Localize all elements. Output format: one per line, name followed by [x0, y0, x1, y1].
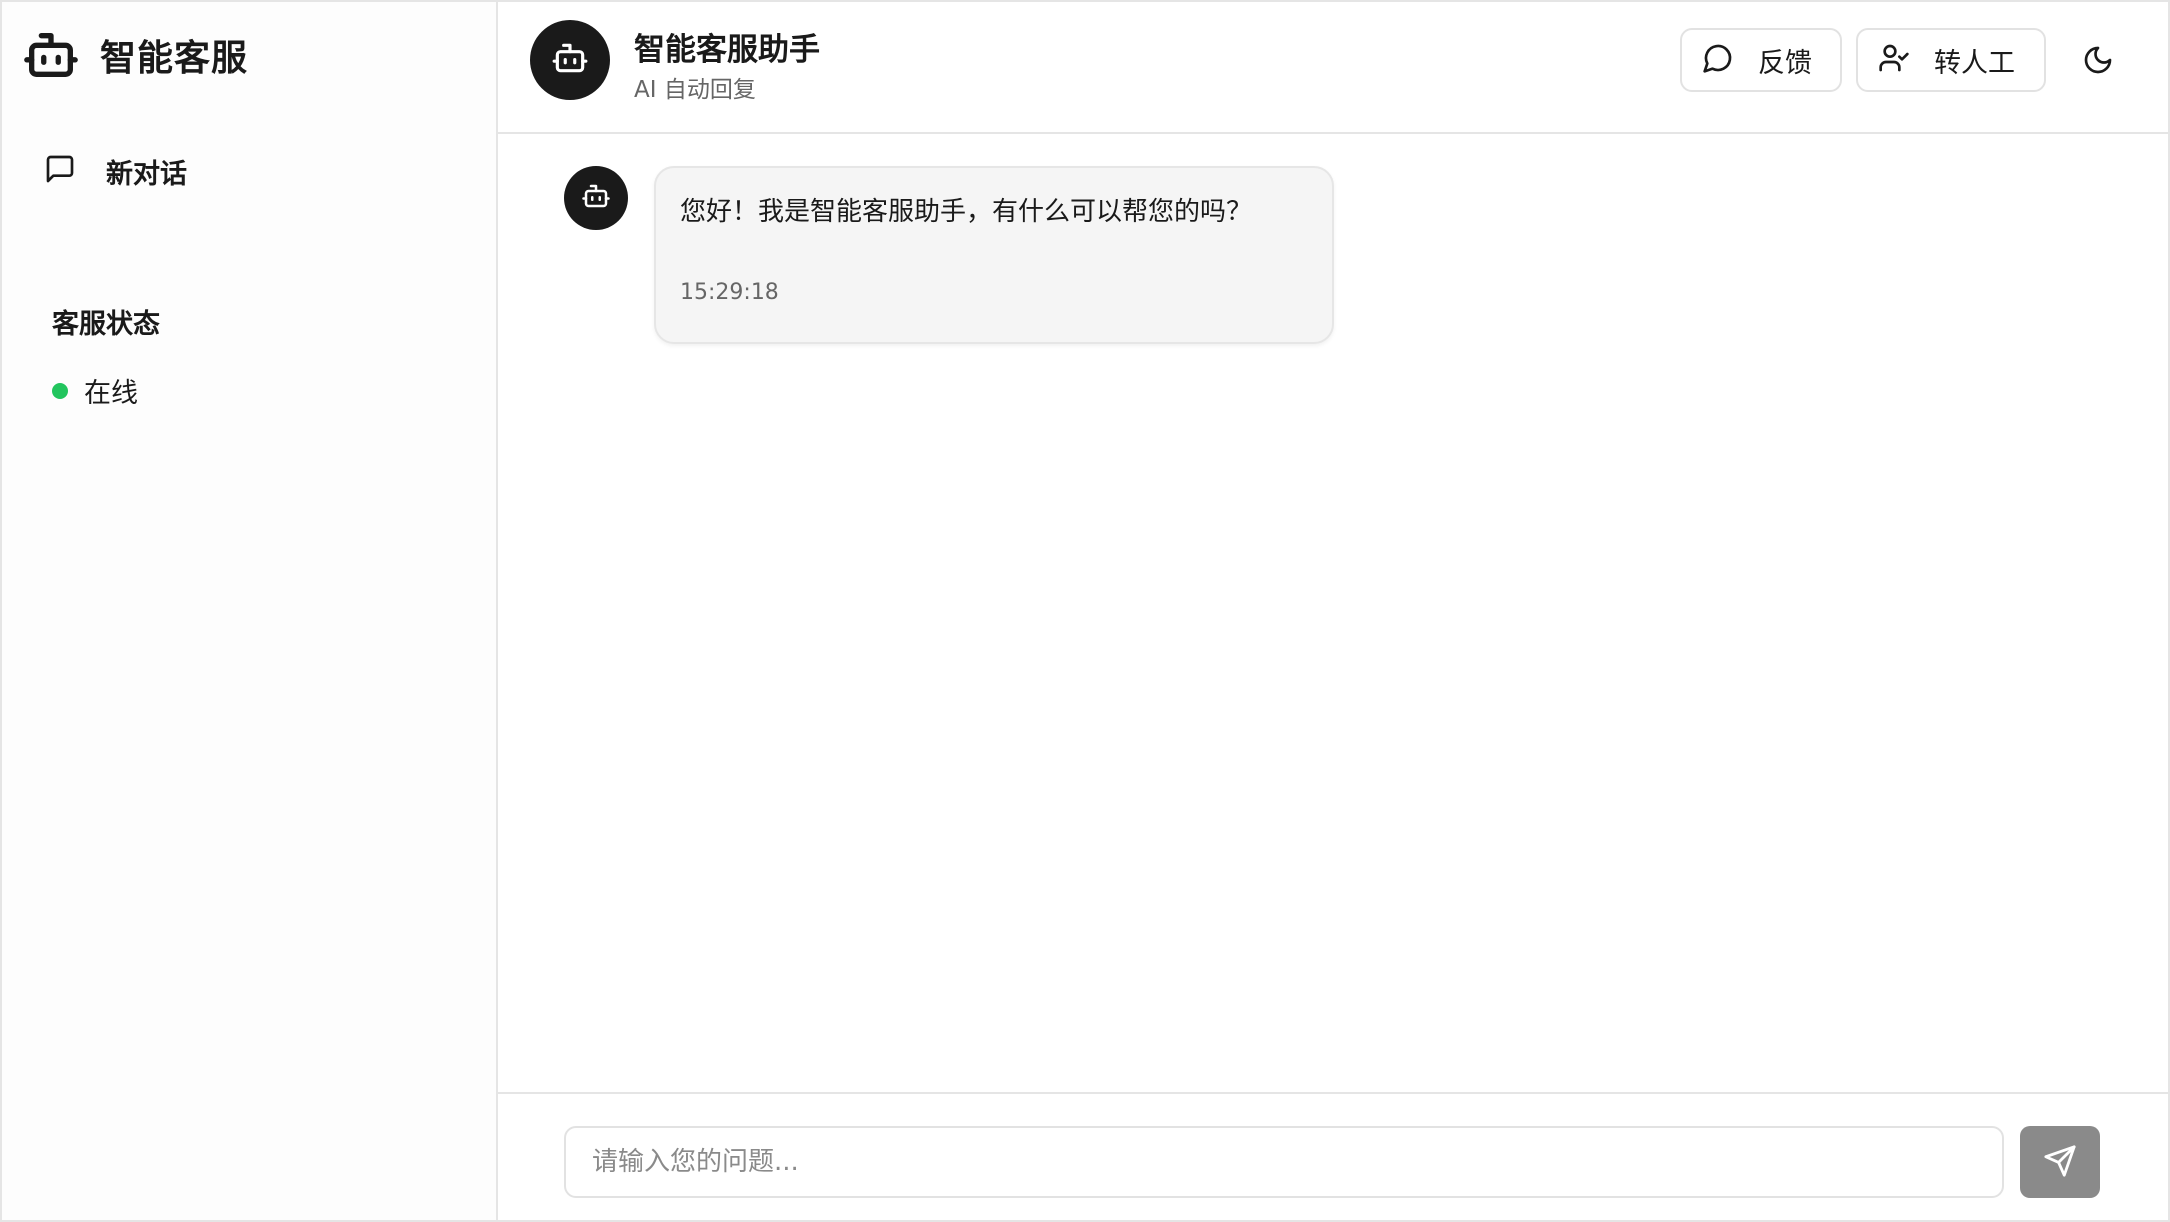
user-check-icon	[1878, 42, 1910, 78]
app-window: 智能客服 新对话 客服状态 在线 智能客服助手 AI 自动回复 反馈 转人工 您…	[0, 0, 2170, 1222]
brand-title: 智能客服	[100, 38, 249, 79]
message-timestamp: 15:29:18	[680, 280, 779, 305]
sidebar: 智能客服 新对话 客服状态 在线	[2, 2, 498, 1220]
message-circle-icon	[1702, 42, 1734, 78]
message-list: 您好！我是智能客服助手，有什么可以帮您的吗？ 15:29:18	[498, 136, 2168, 1092]
message-text: 您好！我是智能客服助手，有什么可以帮您的吗？	[680, 197, 1253, 227]
status-text: 在线	[84, 378, 138, 409]
message-square-icon	[44, 153, 76, 189]
assistant-subtitle: AI 自动回复	[634, 77, 756, 103]
assistant-title: 智能客服助手	[634, 32, 820, 68]
bot-icon	[581, 181, 611, 215]
bot-icon	[551, 39, 589, 81]
status-row: 在线	[52, 371, 470, 410]
service-status-panel: 客服状态 在线	[30, 272, 470, 432]
transfer-label: 转人工	[1934, 47, 2015, 79]
input-bar	[498, 1092, 2168, 1220]
send-icon	[2043, 1144, 2077, 1181]
moon-icon	[2082, 44, 2114, 80]
message-row: 您好！我是智能客服助手，有什么可以帮您的吗？ 15:29:18	[564, 166, 1334, 344]
chat-main: 智能客服助手 AI 自动回复 反馈 转人工 您好！我是智能客服助手，有什么可以帮…	[498, 2, 2168, 1220]
bot-avatar	[564, 166, 628, 230]
transfer-to-human-button[interactable]: 转人工	[1856, 28, 2046, 92]
assistant-avatar	[530, 20, 610, 100]
brand: 智能客服	[22, 26, 248, 84]
theme-toggle-button[interactable]	[2068, 34, 2128, 90]
online-status-dot	[52, 382, 68, 399]
send-button[interactable]	[2020, 1126, 2100, 1198]
message-bubble: 您好！我是智能客服助手，有什么可以帮您的吗？ 15:29:18	[654, 166, 1334, 344]
status-heading: 客服状态	[52, 309, 160, 340]
new-chat-button[interactable]: 新对话	[30, 142, 470, 200]
feedback-label: 反馈	[1758, 47, 1812, 79]
chat-header: 智能客服助手 AI 自动回复 反馈 转人工	[498, 2, 2168, 134]
feedback-button[interactable]: 反馈	[1680, 28, 1842, 92]
bot-icon	[22, 26, 80, 84]
chat-input[interactable]	[564, 1126, 2004, 1198]
new-chat-label: 新对话	[106, 158, 187, 190]
